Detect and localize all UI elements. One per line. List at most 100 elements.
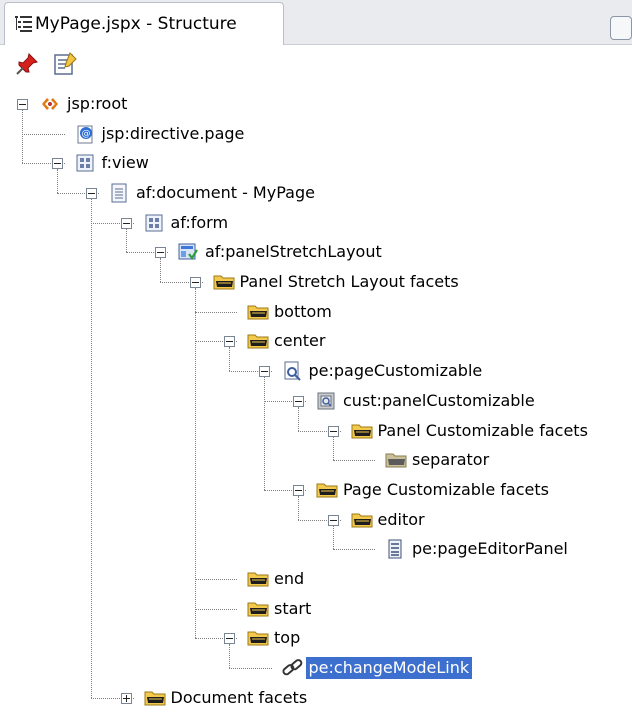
facet-folder-icon bbox=[247, 599, 269, 619]
collapse-icon[interactable] bbox=[224, 336, 235, 348]
tree-node-label: cust:panelCustomizable bbox=[343, 390, 535, 410]
collapse-icon[interactable] bbox=[224, 633, 235, 645]
facet-folder-icon bbox=[247, 569, 269, 589]
tree-node[interactable]: Page Customizable facets bbox=[316, 477, 552, 503]
tree-node-label: editor bbox=[377, 509, 425, 529]
collapse-icon[interactable] bbox=[51, 158, 63, 170]
tree-node-label: af:form bbox=[170, 212, 229, 232]
collapse-icon[interactable] bbox=[120, 217, 132, 229]
panel-customizable-icon bbox=[316, 391, 336, 411]
edit-properties-icon[interactable] bbox=[52, 51, 78, 77]
tree-connector bbox=[91, 198, 92, 698]
tree-node[interactable]: Panel Stretch Layout facets bbox=[213, 269, 462, 295]
tree-connector bbox=[332, 460, 375, 462]
facet-folder-empty-icon bbox=[385, 450, 407, 470]
tab-structure[interactable]: MyPage.jspx - Structure bbox=[4, 2, 284, 45]
structure-tree: jsp:root @ jsp:directive.page f:view af:docu… bbox=[0, 85, 632, 727]
facet-folder-icon bbox=[144, 688, 165, 708]
tree-node[interactable]: cust:panelCustomizable bbox=[316, 388, 538, 414]
tree-node[interactable]: Panel Customizable facets bbox=[351, 418, 591, 444]
collapse-icon[interactable] bbox=[327, 514, 339, 526]
document-icon bbox=[109, 183, 129, 203]
tree-node[interactable]: af:form bbox=[144, 210, 232, 236]
tree-connector bbox=[160, 258, 161, 283]
collapse-icon[interactable] bbox=[155, 247, 166, 259]
tree-node[interactable]: start bbox=[247, 596, 314, 622]
tree-connector bbox=[56, 169, 58, 193]
tree-node[interactable]: f:view bbox=[75, 150, 152, 176]
tree-node-label: center bbox=[274, 331, 326, 351]
tree-node-label: Document facets bbox=[170, 687, 308, 707]
tree-node[interactable]: end bbox=[247, 566, 307, 592]
tree-connector bbox=[194, 608, 237, 610]
directive-icon: @ bbox=[75, 124, 95, 144]
tree-node[interactable]: @ jsp:directive.page bbox=[75, 121, 248, 147]
tree-node[interactable]: center bbox=[247, 328, 328, 354]
tree-node[interactable]: pe:pageCustomizable bbox=[282, 358, 486, 384]
tree-node-label: pe:pageEditorPanel bbox=[412, 539, 568, 559]
page-customizable-icon bbox=[282, 361, 302, 381]
toolbar bbox=[0, 45, 632, 85]
tree-connector bbox=[298, 495, 299, 520]
tree-node-label: end bbox=[274, 569, 305, 589]
facet-folder-icon bbox=[247, 302, 269, 322]
facet-folder-icon bbox=[351, 421, 372, 441]
tree-connector bbox=[194, 311, 237, 313]
tree-node-label: pe:pageCustomizable bbox=[308, 361, 483, 381]
panel-layout-icon bbox=[178, 242, 198, 262]
collapse-icon[interactable] bbox=[258, 366, 270, 378]
tab-title: MyPage.jspx - Structure bbox=[35, 14, 237, 34]
tree-node-label: jsp:directive.page bbox=[101, 123, 245, 143]
collapse-icon[interactable] bbox=[293, 395, 304, 407]
collapse-icon[interactable] bbox=[189, 277, 201, 289]
tree-connector bbox=[125, 228, 127, 253]
tree-node-label: jsp:root bbox=[67, 93, 128, 113]
structure-icon bbox=[15, 15, 33, 37]
facet-folder-icon bbox=[247, 331, 269, 351]
tree-node[interactable]: editor bbox=[351, 507, 428, 533]
tree-connector bbox=[229, 644, 230, 669]
tree-node[interactable]: Document facets bbox=[144, 685, 311, 711]
collapse-icon[interactable] bbox=[86, 187, 97, 199]
tree-node-label: af:panelStretchLayout bbox=[205, 242, 382, 262]
tree-connector bbox=[229, 668, 272, 670]
grid-component-icon bbox=[75, 153, 95, 173]
tree-connector bbox=[263, 377, 265, 490]
collapse-icon[interactable] bbox=[293, 484, 304, 496]
link-icon bbox=[281, 658, 302, 678]
tree-connector bbox=[332, 436, 334, 461]
tree-node-label: pe:changeModeLink bbox=[305, 657, 473, 680]
tree-node[interactable]: separator bbox=[385, 447, 492, 473]
tree-node-label: Panel Customizable facets bbox=[377, 420, 588, 440]
facet-folder-icon bbox=[351, 510, 372, 530]
restore-button[interactable] bbox=[610, 16, 632, 40]
collapse-icon[interactable] bbox=[327, 425, 339, 437]
facet-folder-icon bbox=[316, 480, 338, 500]
collapse-icon[interactable] bbox=[17, 98, 28, 110]
expand-icon[interactable] bbox=[120, 692, 132, 704]
tree-node[interactable]: bottom bbox=[247, 299, 335, 325]
tree-node-label: separator bbox=[412, 450, 490, 470]
tree-node-label: af:document - MyPage bbox=[136, 182, 315, 202]
tree-connector bbox=[332, 549, 375, 551]
structure-panel: MyPage.jspx - Structure jsp:root @ jsp:dir… bbox=[0, 0, 632, 727]
pin-icon[interactable] bbox=[14, 51, 40, 77]
grid-component-icon bbox=[144, 213, 164, 233]
tree-node[interactable]: af:document - MyPage bbox=[109, 180, 318, 206]
tree-node[interactable]: jsp:root bbox=[40, 91, 130, 117]
tree-connector bbox=[22, 133, 65, 135]
tree-node-label: top bbox=[274, 628, 301, 648]
tree-node-label: start bbox=[274, 598, 312, 618]
tree-connector bbox=[194, 579, 237, 581]
tree-connector bbox=[332, 525, 334, 550]
tree-node[interactable]: pe:changeModeLink bbox=[281, 655, 473, 681]
tree-node[interactable]: top bbox=[247, 625, 303, 651]
tab-bar: MyPage.jspx - Structure bbox=[0, 0, 632, 45]
tree-node[interactable]: pe:pageEditorPanel bbox=[385, 536, 571, 562]
tree-node[interactable]: af:panelStretchLayout bbox=[178, 239, 385, 265]
tree-node-label: Panel Stretch Layout facets bbox=[239, 272, 459, 292]
tree-connector bbox=[22, 109, 23, 164]
facet-folder-icon bbox=[247, 628, 269, 648]
tree-connector bbox=[298, 406, 299, 431]
svg-text:@: @ bbox=[81, 129, 90, 139]
